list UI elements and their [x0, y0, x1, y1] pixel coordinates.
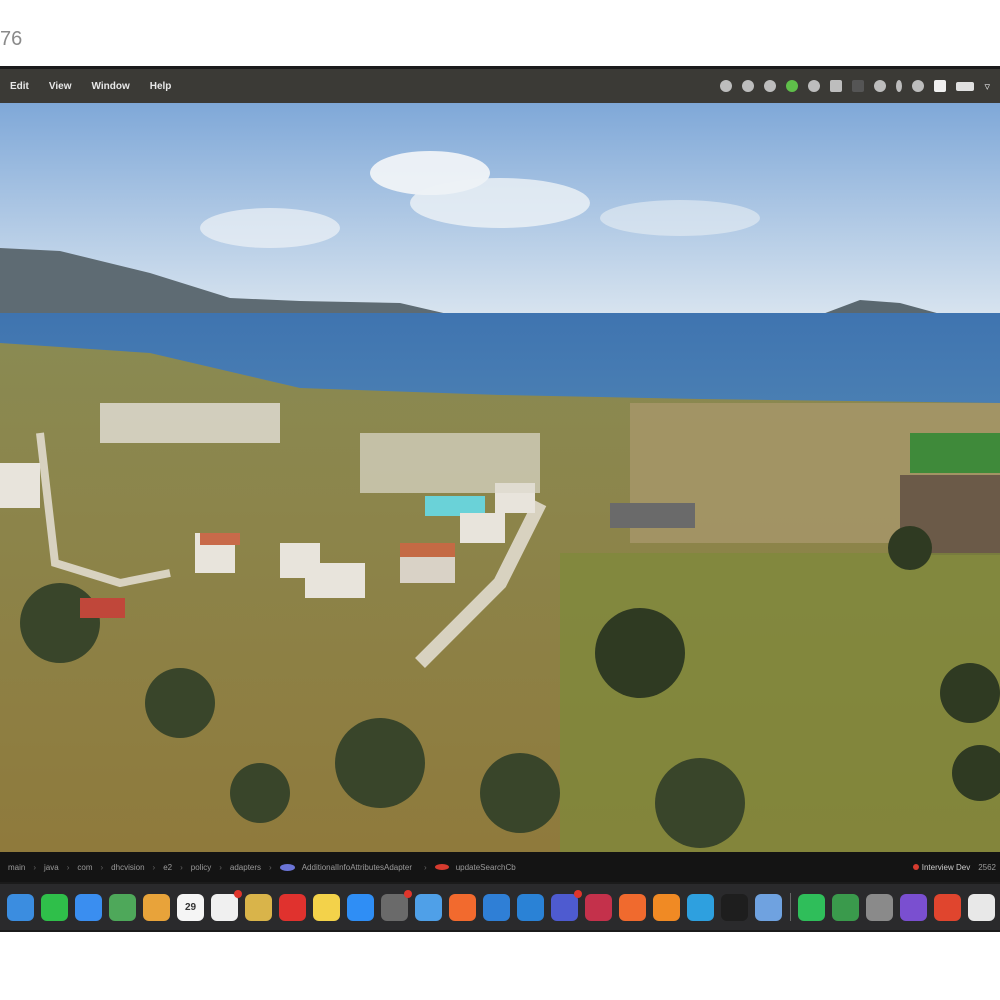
- bluetooth-icon[interactable]: [896, 80, 903, 92]
- breadcrumb-dhcvision[interactable]: dhcvision: [107, 863, 148, 872]
- docker-icon[interactable]: [483, 893, 510, 921]
- whatsapp-icon[interactable]: [798, 893, 825, 921]
- chrome-dev-icon[interactable]: [381, 889, 412, 921]
- sublime-icon[interactable]: [653, 893, 680, 921]
- menu-items: Edit View Window Help: [0, 81, 181, 92]
- telegram-icon[interactable]: [687, 893, 714, 921]
- desktop-wallpaper: [0, 103, 1000, 852]
- branch-label: Interview Dev: [921, 862, 971, 872]
- pathbar-right: Interview Dev 2562: [912, 852, 996, 882]
- intellij-icon[interactable]: [585, 893, 612, 921]
- dock: 29: [0, 884, 1000, 930]
- shield-icon[interactable]: [830, 80, 843, 92]
- wifi-icon[interactable]: ▿: [984, 80, 990, 93]
- menu-window[interactable]: Window: [82, 81, 140, 92]
- breadcrumb-class[interactable]: AdditionalInfoAttributesAdapter: [276, 863, 420, 872]
- calendar-icon[interactable]: 29: [177, 893, 204, 921]
- breadcrumb-java[interactable]: java: [40, 863, 63, 872]
- system-icon[interactable]: [764, 80, 777, 92]
- branch-icon: [912, 863, 919, 870]
- notification-badge: [234, 889, 242, 898]
- mail-icon[interactable]: [75, 893, 102, 921]
- app-store-icon[interactable]: [347, 893, 374, 921]
- battery-icon[interactable]: [956, 81, 975, 91]
- brave-icon[interactable]: [449, 893, 476, 921]
- finder-icon[interactable]: [7, 893, 34, 921]
- system-icon[interactable]: [874, 80, 887, 92]
- vscode-icon[interactable]: [517, 893, 544, 921]
- anydesk-icon[interactable]: [934, 893, 961, 921]
- method-icon: [434, 863, 449, 870]
- display-icon[interactable]: [852, 80, 865, 92]
- menu-help[interactable]: Help: [140, 81, 182, 92]
- system-icon[interactable]: [808, 80, 821, 92]
- chrome-icon[interactable]: [968, 893, 995, 921]
- evernote-icon[interactable]: [786, 80, 799, 92]
- breadcrumb: main › java › com › dhcvision › e2 › policy › …: [0, 863, 524, 872]
- notification-badge: [574, 889, 582, 898]
- breadcrumb-adapters[interactable]: adapters: [226, 863, 265, 872]
- notes-icon[interactable]: [245, 893, 272, 921]
- dropbox-icon[interactable]: [720, 80, 733, 92]
- messages-icon[interactable]: [41, 893, 68, 921]
- terminal-icon[interactable]: [721, 893, 748, 921]
- stickies-icon[interactable]: [313, 893, 340, 921]
- line-info: 2562: [978, 862, 996, 872]
- menu-bar: Edit View Window Help ▿: [0, 69, 1000, 103]
- system-prefs-icon[interactable]: [866, 893, 893, 921]
- opera-icon[interactable]: [279, 893, 306, 921]
- viber-icon[interactable]: [900, 893, 927, 921]
- system-icon[interactable]: [912, 80, 925, 92]
- xcode-icon[interactable]: [755, 893, 782, 921]
- listing-number: 76: [0, 28, 23, 50]
- class-icon: [279, 863, 295, 871]
- reminders-icon[interactable]: [211, 889, 242, 921]
- status-area: ▿: [720, 69, 990, 103]
- postman-icon[interactable]: [619, 893, 646, 921]
- breadcrumb-policy[interactable]: policy: [187, 863, 215, 872]
- ide-breadcrumb-bar: main › java › com › dhcvision › e2 › policy › …: [0, 852, 1000, 882]
- breadcrumb-main[interactable]: main: [4, 863, 29, 872]
- menu-view[interactable]: View: [39, 81, 82, 92]
- aerial-coast-photo: [0, 103, 1000, 852]
- dock-divider: [790, 893, 791, 921]
- breadcrumb-e2[interactable]: e2: [159, 863, 176, 872]
- system-icon[interactable]: [742, 80, 755, 92]
- teams-icon[interactable]: [551, 889, 582, 921]
- notification-badge: [404, 889, 412, 898]
- branch-indicator[interactable]: Interview Dev: [912, 862, 971, 872]
- breadcrumb-method-label: updateSearchCb: [455, 862, 516, 872]
- screen-icon[interactable]: [934, 80, 947, 92]
- finder-alt-icon[interactable]: [415, 893, 442, 921]
- maps-icon[interactable]: [109, 893, 136, 921]
- breadcrumb-method[interactable]: updateSearchCb: [431, 863, 524, 872]
- breadcrumb-com[interactable]: com: [73, 863, 96, 872]
- excel-icon[interactable]: [832, 893, 859, 921]
- calendar-date: 29: [184, 901, 197, 913]
- menu-edit[interactable]: Edit: [0, 81, 39, 92]
- photos-icon[interactable]: [143, 893, 170, 921]
- breadcrumb-class-label: AdditionalInfoAttributesAdapter: [301, 862, 413, 872]
